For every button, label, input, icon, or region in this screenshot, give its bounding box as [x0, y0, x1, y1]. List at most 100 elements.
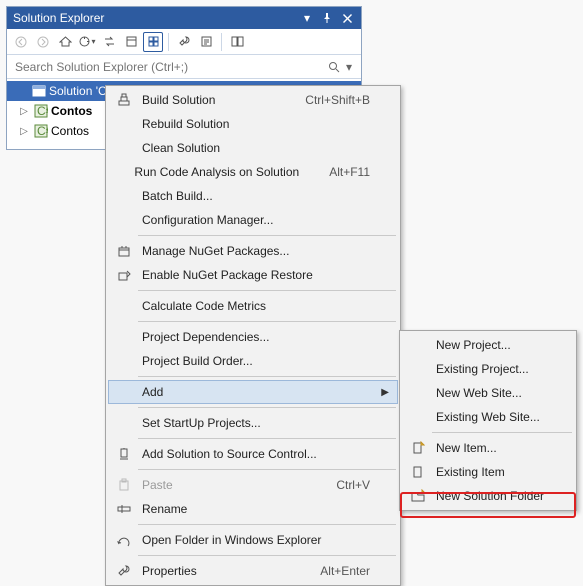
menu-label: Build Solution — [136, 93, 275, 107]
expand-icon[interactable]: ▷ — [17, 126, 31, 137]
menu-separator — [138, 524, 396, 525]
menu-scc[interactable]: Add Solution to Source Control... — [108, 442, 398, 466]
menu-label: Set StartUp Projects... — [136, 416, 370, 430]
menu-separator — [138, 235, 396, 236]
csharp-project-icon: C# — [33, 123, 49, 139]
menu-separator — [138, 438, 396, 439]
search-input[interactable] — [13, 59, 325, 75]
menu-label: Configuration Manager... — [136, 213, 370, 227]
menu-nuget-restore[interactable]: Enable NuGet Package Restore — [108, 263, 398, 287]
blank-icon — [112, 184, 136, 208]
view-icon[interactable] — [227, 32, 247, 52]
open-folder-icon — [112, 528, 136, 552]
blank-icon — [112, 325, 136, 349]
menu-label: Clean Solution — [136, 141, 370, 155]
menu-separator — [432, 432, 572, 433]
blank-icon — [112, 349, 136, 373]
menu-paste: PasteCtrl+V — [108, 473, 398, 497]
menu-label: Manage NuGet Packages... — [136, 244, 370, 258]
panel-toolbar: ▾ — [7, 29, 361, 55]
menu-order[interactable]: Project Build Order... — [108, 349, 398, 373]
solution-label: Solution 'C — [49, 84, 107, 98]
menu-label: New Project... — [430, 338, 546, 352]
source-control-icon — [112, 442, 136, 466]
rename-icon — [112, 497, 136, 521]
sync-icon[interactable]: ▾ — [77, 32, 97, 52]
blank-icon — [112, 208, 136, 232]
csharp-project-icon: C# — [33, 103, 49, 119]
menu-rebuild[interactable]: Rebuild Solution — [108, 112, 398, 136]
submenu-new-website[interactable]: New Web Site... — [402, 381, 574, 405]
search-icon[interactable] — [325, 61, 343, 73]
search-row: ▾ — [7, 55, 361, 79]
blank-icon — [112, 160, 128, 184]
home-icon[interactable] — [55, 32, 75, 52]
submenu-new-item[interactable]: New Item... — [402, 436, 574, 460]
menu-deps[interactable]: Project Dependencies... — [108, 325, 398, 349]
menu-properties[interactable]: PropertiesAlt+Enter — [108, 559, 398, 583]
menu-label: Calculate Code Metrics — [136, 299, 370, 313]
blank-icon — [112, 380, 136, 404]
menu-label: New Web Site... — [430, 386, 546, 400]
menu-label: Properties — [136, 564, 290, 578]
blank-icon — [112, 294, 136, 318]
menu-rename[interactable]: Rename — [108, 497, 398, 521]
menu-run-analysis[interactable]: Run Code Analysis on SolutionAlt+F11 — [108, 160, 398, 184]
properties-icon[interactable] — [174, 32, 194, 52]
add-submenu: New Project... Existing Project... New W… — [399, 330, 577, 511]
dropdown-icon[interactable]: ▾ — [297, 8, 317, 28]
close-icon[interactable] — [337, 8, 357, 28]
expand-icon[interactable]: ▷ — [17, 106, 31, 117]
menu-add[interactable]: Add ▶ — [108, 380, 398, 404]
menu-separator — [138, 555, 396, 556]
toolbar-separator — [221, 33, 222, 51]
menu-label: Add Solution to Source Control... — [136, 447, 370, 461]
menu-clean[interactable]: Clean Solution — [108, 136, 398, 160]
submenu-new-solution-folder[interactable]: New Solution Folder — [402, 484, 574, 508]
blank-icon — [406, 405, 430, 429]
menu-open-folder[interactable]: Open Folder in Windows Explorer — [108, 528, 398, 552]
menu-build[interactable]: Build Solution Ctrl+Shift+B — [108, 88, 398, 112]
submenu-arrow-icon: ▶ — [381, 387, 389, 398]
menu-separator — [138, 469, 396, 470]
menu-shortcut: Alt+F11 — [299, 165, 370, 179]
menu-label: New Solution Folder — [430, 489, 546, 503]
menu-config-manager[interactable]: Configuration Manager... — [108, 208, 398, 232]
blank-icon — [406, 381, 430, 405]
paste-icon — [112, 473, 136, 497]
menu-label: Batch Build... — [136, 189, 370, 203]
menu-label: Existing Web Site... — [430, 410, 546, 424]
restore-icon — [112, 263, 136, 287]
menu-label: Project Build Order... — [136, 354, 370, 368]
refresh-icon[interactable] — [99, 32, 119, 52]
menu-label: Run Code Analysis on Solution — [128, 165, 299, 179]
menu-label: Add — [136, 385, 370, 399]
submenu-existing-project[interactable]: Existing Project... — [402, 357, 574, 381]
panel-title: Solution Explorer — [11, 11, 297, 25]
new-folder-icon — [406, 484, 430, 508]
blank-icon — [406, 333, 430, 357]
menu-label: Existing Project... — [430, 362, 546, 376]
submenu-existing-item[interactable]: Existing Item — [402, 460, 574, 484]
show-all-icon[interactable] — [143, 32, 163, 52]
back-icon[interactable] — [11, 32, 31, 52]
pin-icon[interactable] — [317, 8, 337, 28]
menu-nuget[interactable]: Manage NuGet Packages... — [108, 239, 398, 263]
build-icon — [112, 88, 136, 112]
preview-icon[interactable] — [196, 32, 216, 52]
forward-icon[interactable] — [33, 32, 53, 52]
submenu-new-project[interactable]: New Project... — [402, 333, 574, 357]
menu-label: Existing Item — [430, 465, 546, 479]
wrench-icon — [112, 559, 136, 583]
collapse-icon[interactable] — [121, 32, 141, 52]
menu-startup[interactable]: Set StartUp Projects... — [108, 411, 398, 435]
menu-metrics[interactable]: Calculate Code Metrics — [108, 294, 398, 318]
search-dropdown-icon[interactable]: ▾ — [343, 60, 355, 74]
project-label: Contos — [51, 124, 89, 138]
menu-label: New Item... — [430, 441, 546, 455]
submenu-existing-website[interactable]: Existing Web Site... — [402, 405, 574, 429]
menu-shortcut: Ctrl+Shift+B — [275, 93, 370, 107]
menu-batch-build[interactable]: Batch Build... — [108, 184, 398, 208]
existing-item-icon — [406, 460, 430, 484]
menu-separator — [138, 407, 396, 408]
